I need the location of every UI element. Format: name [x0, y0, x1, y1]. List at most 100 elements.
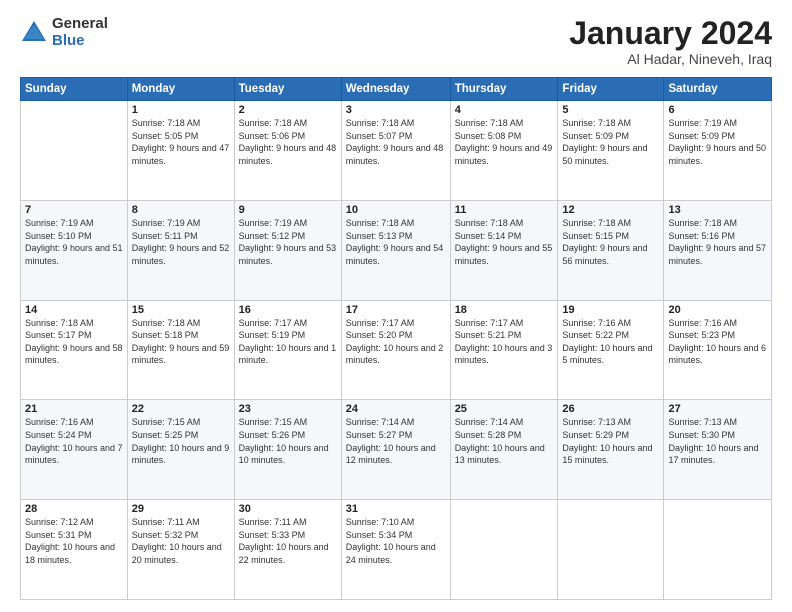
day-number: 27 — [668, 403, 767, 415]
day-number: 28 — [25, 503, 123, 515]
day-number: 17 — [346, 304, 446, 316]
day-info: Sunrise: 7:18 AMSunset: 5:08 PMDaylight:… — [455, 117, 554, 167]
table-row: 17Sunrise: 7:17 AMSunset: 5:20 PMDayligh… — [341, 300, 450, 400]
day-number: 1 — [132, 104, 230, 116]
day-info: Sunrise: 7:18 AMSunset: 5:13 PMDaylight:… — [346, 217, 446, 267]
day-info: Sunrise: 7:14 AMSunset: 5:28 PMDaylight:… — [455, 416, 554, 466]
day-number: 9 — [239, 204, 337, 216]
day-info: Sunrise: 7:19 AMSunset: 5:12 PMDaylight:… — [239, 217, 337, 267]
calendar-week-2: 7Sunrise: 7:19 AMSunset: 5:10 PMDaylight… — [21, 200, 772, 300]
calendar-title: January 2024 — [569, 16, 772, 51]
table-row: 26Sunrise: 7:13 AMSunset: 5:29 PMDayligh… — [558, 400, 664, 500]
header-monday: Monday — [127, 78, 234, 101]
day-info: Sunrise: 7:15 AMSunset: 5:25 PMDaylight:… — [132, 416, 230, 466]
table-row: 2Sunrise: 7:18 AMSunset: 5:06 PMDaylight… — [234, 101, 341, 201]
day-number: 12 — [562, 204, 659, 216]
day-number: 21 — [25, 403, 123, 415]
day-number: 5 — [562, 104, 659, 116]
day-info: Sunrise: 7:16 AMSunset: 5:22 PMDaylight:… — [562, 317, 659, 367]
day-number: 6 — [668, 104, 767, 116]
table-row: 21Sunrise: 7:16 AMSunset: 5:24 PMDayligh… — [21, 400, 128, 500]
table-row: 25Sunrise: 7:14 AMSunset: 5:28 PMDayligh… — [450, 400, 558, 500]
table-row: 27Sunrise: 7:13 AMSunset: 5:30 PMDayligh… — [664, 400, 772, 500]
table-row: 1Sunrise: 7:18 AMSunset: 5:05 PMDaylight… — [127, 101, 234, 201]
table-row: 24Sunrise: 7:14 AMSunset: 5:27 PMDayligh… — [341, 400, 450, 500]
table-row: 11Sunrise: 7:18 AMSunset: 5:14 PMDayligh… — [450, 200, 558, 300]
day-info: Sunrise: 7:18 AMSunset: 5:05 PMDaylight:… — [132, 117, 230, 167]
table-row: 4Sunrise: 7:18 AMSunset: 5:08 PMDaylight… — [450, 101, 558, 201]
table-row: 31Sunrise: 7:10 AMSunset: 5:34 PMDayligh… — [341, 500, 450, 600]
table-row: 10Sunrise: 7:18 AMSunset: 5:13 PMDayligh… — [341, 200, 450, 300]
day-number: 24 — [346, 403, 446, 415]
day-number: 3 — [346, 104, 446, 116]
day-info: Sunrise: 7:18 AMSunset: 5:14 PMDaylight:… — [455, 217, 554, 267]
table-row: 12Sunrise: 7:18 AMSunset: 5:15 PMDayligh… — [558, 200, 664, 300]
table-row — [664, 500, 772, 600]
day-number: 18 — [455, 304, 554, 316]
day-number: 20 — [668, 304, 767, 316]
table-row — [558, 500, 664, 600]
header-tuesday: Tuesday — [234, 78, 341, 101]
day-number: 14 — [25, 304, 123, 316]
day-info: Sunrise: 7:14 AMSunset: 5:27 PMDaylight:… — [346, 416, 446, 466]
table-row: 29Sunrise: 7:11 AMSunset: 5:32 PMDayligh… — [127, 500, 234, 600]
day-number: 16 — [239, 304, 337, 316]
table-row: 9Sunrise: 7:19 AMSunset: 5:12 PMDaylight… — [234, 200, 341, 300]
day-info: Sunrise: 7:16 AMSunset: 5:23 PMDaylight:… — [668, 317, 767, 367]
day-number: 11 — [455, 204, 554, 216]
calendar-location: Al Hadar, Nineveh, Iraq — [569, 51, 772, 67]
day-info: Sunrise: 7:18 AMSunset: 5:06 PMDaylight:… — [239, 117, 337, 167]
day-info: Sunrise: 7:11 AMSunset: 5:32 PMDaylight:… — [132, 516, 230, 566]
logo-blue-text: Blue — [52, 33, 108, 50]
header-friday: Friday — [558, 78, 664, 101]
day-info: Sunrise: 7:18 AMSunset: 5:15 PMDaylight:… — [562, 217, 659, 267]
day-number: 30 — [239, 503, 337, 515]
logo-icon — [20, 19, 48, 47]
day-info: Sunrise: 7:19 AMSunset: 5:11 PMDaylight:… — [132, 217, 230, 267]
calendar-week-5: 28Sunrise: 7:12 AMSunset: 5:31 PMDayligh… — [21, 500, 772, 600]
table-row: 3Sunrise: 7:18 AMSunset: 5:07 PMDaylight… — [341, 101, 450, 201]
day-info: Sunrise: 7:17 AMSunset: 5:19 PMDaylight:… — [239, 317, 337, 367]
table-row: 13Sunrise: 7:18 AMSunset: 5:16 PMDayligh… — [664, 200, 772, 300]
table-row — [450, 500, 558, 600]
logo-general-text: General — [52, 16, 108, 33]
day-info: Sunrise: 7:17 AMSunset: 5:21 PMDaylight:… — [455, 317, 554, 367]
calendar-table: Sunday Monday Tuesday Wednesday Thursday… — [20, 77, 772, 600]
day-info: Sunrise: 7:13 AMSunset: 5:30 PMDaylight:… — [668, 416, 767, 466]
header-wednesday: Wednesday — [341, 78, 450, 101]
table-row: 30Sunrise: 7:11 AMSunset: 5:33 PMDayligh… — [234, 500, 341, 600]
table-row: 16Sunrise: 7:17 AMSunset: 5:19 PMDayligh… — [234, 300, 341, 400]
day-number: 15 — [132, 304, 230, 316]
day-number: 2 — [239, 104, 337, 116]
table-row: 18Sunrise: 7:17 AMSunset: 5:21 PMDayligh… — [450, 300, 558, 400]
day-info: Sunrise: 7:18 AMSunset: 5:17 PMDaylight:… — [25, 317, 123, 367]
day-number: 25 — [455, 403, 554, 415]
day-info: Sunrise: 7:15 AMSunset: 5:26 PMDaylight:… — [239, 416, 337, 466]
day-number: 4 — [455, 104, 554, 116]
day-number: 23 — [239, 403, 337, 415]
table-row: 14Sunrise: 7:18 AMSunset: 5:17 PMDayligh… — [21, 300, 128, 400]
table-row: 15Sunrise: 7:18 AMSunset: 5:18 PMDayligh… — [127, 300, 234, 400]
day-number: 10 — [346, 204, 446, 216]
day-number: 26 — [562, 403, 659, 415]
table-row: 5Sunrise: 7:18 AMSunset: 5:09 PMDaylight… — [558, 101, 664, 201]
logo: General Blue — [20, 16, 108, 49]
day-info: Sunrise: 7:13 AMSunset: 5:29 PMDaylight:… — [562, 416, 659, 466]
table-row: 19Sunrise: 7:16 AMSunset: 5:22 PMDayligh… — [558, 300, 664, 400]
day-number: 7 — [25, 204, 123, 216]
calendar-header-row: Sunday Monday Tuesday Wednesday Thursday… — [21, 78, 772, 101]
day-number: 8 — [132, 204, 230, 216]
day-number: 22 — [132, 403, 230, 415]
day-info: Sunrise: 7:16 AMSunset: 5:24 PMDaylight:… — [25, 416, 123, 466]
day-number: 29 — [132, 503, 230, 515]
header-sunday: Sunday — [21, 78, 128, 101]
header: General Blue January 2024 Al Hadar, Nine… — [20, 16, 772, 67]
title-block: January 2024 Al Hadar, Nineveh, Iraq — [569, 16, 772, 67]
header-thursday: Thursday — [450, 78, 558, 101]
table-row — [21, 101, 128, 201]
day-number: 19 — [562, 304, 659, 316]
table-row: 6Sunrise: 7:19 AMSunset: 5:09 PMDaylight… — [664, 101, 772, 201]
day-info: Sunrise: 7:18 AMSunset: 5:09 PMDaylight:… — [562, 117, 659, 167]
table-row: 23Sunrise: 7:15 AMSunset: 5:26 PMDayligh… — [234, 400, 341, 500]
day-info: Sunrise: 7:19 AMSunset: 5:10 PMDaylight:… — [25, 217, 123, 267]
